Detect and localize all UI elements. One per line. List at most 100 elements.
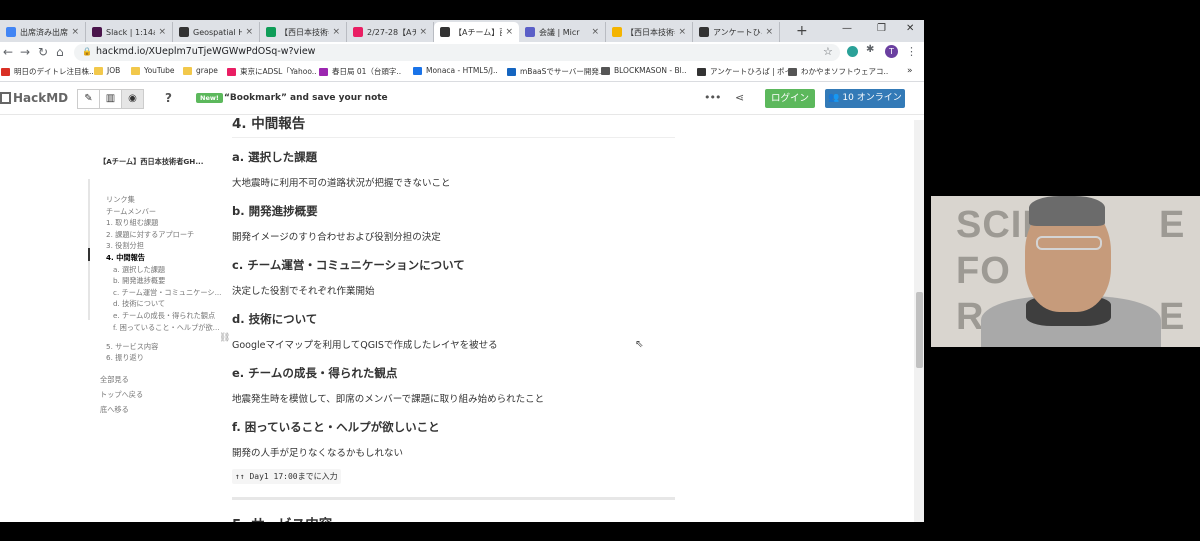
toc-item[interactable]: d. 技術について: [113, 299, 165, 309]
login-button[interactable]: ログイン: [765, 89, 815, 108]
forward-icon[interactable]: →: [20, 45, 30, 59]
profile-avatar[interactable]: T: [885, 45, 898, 58]
more-bookmarks-icon[interactable]: »: [907, 66, 913, 76]
bookmark-label: 明日のデイトレ注目株..: [14, 67, 94, 76]
chrome-menu-icon[interactable]: ⋮: [906, 45, 917, 58]
bookmark-item[interactable]: アンケートひろば | ポイ..: [697, 66, 797, 77]
new-tab-button[interactable]: +: [796, 23, 808, 39]
tab-close-icon[interactable]: ×: [419, 27, 427, 37]
text-selected-topic: 大地震時に利用不可の道路状況が把握できないこと: [232, 178, 451, 189]
bookmark-label: 東京にADSL「Yahoo..: [240, 67, 317, 76]
bookmark-item[interactable]: 明日のデイトレ注目株..: [1, 66, 94, 77]
toc-go-to-bottom[interactable]: 底へ移る: [100, 405, 129, 415]
browser-tab[interactable]: Geospatial Hac×: [173, 22, 260, 42]
extension-icon[interactable]: [847, 46, 858, 57]
toc-item[interactable]: b. 開発進捗概要: [113, 276, 165, 286]
browser-tab[interactable]: 【西日本技術者×: [260, 22, 347, 42]
bookmark-item[interactable]: Monaca - HTML5/J..: [413, 66, 498, 75]
heading-help-wanted: f. 困っていること・ヘルプが欲しいこと: [232, 420, 440, 434]
online-users-button[interactable]: 👥 10 オンライン: [825, 89, 905, 108]
more-options-icon[interactable]: •••: [704, 91, 721, 104]
tab-favicon-icon: [179, 27, 189, 37]
toc-back-to-top[interactable]: トップへ戻る: [100, 390, 143, 400]
bookmark-icon: [319, 67, 328, 76]
browser-tab[interactable]: 【Aチーム】西日本×: [434, 22, 519, 42]
bookmark-icon: [227, 67, 236, 76]
text-team-growth: 地震発生時を模倣して、即席のメンバーで課題に取り組み始められたこと: [232, 394, 545, 405]
bookmark-star-icon[interactable]: ☆: [823, 45, 833, 58]
person-hair: [1029, 196, 1105, 226]
tab-title: 【西日本技術者: [280, 27, 329, 37]
bookmark-item[interactable]: grape: [183, 66, 218, 75]
toc-item[interactable]: 6. 振り返り: [106, 353, 144, 363]
browser-tab[interactable]: Slack | 1:14a_西×: [86, 22, 173, 42]
home-icon[interactable]: ⌂: [56, 45, 64, 59]
help-button[interactable]: ?: [165, 91, 172, 105]
toc-item[interactable]: チームメンバー: [106, 207, 156, 217]
text-technology: Googleマイマップを利用してQGISで作成したレイヤを被せる: [232, 340, 498, 351]
bookmark-icon: [601, 66, 610, 75]
toc-item[interactable]: 4. 中間報告: [106, 253, 145, 263]
tab-title: アンケートひろば: [713, 27, 762, 37]
url-text: hackmd.io/XUeplm7uTjeWGWwPdOSq-w?view: [96, 46, 316, 57]
address-bar[interactable]: 🔒 hackmd.io/XUeplm7uTjeWGWwPdOSq-w?view: [74, 44, 840, 61]
toc-item[interactable]: e. チームの成長・得られた観点: [113, 311, 215, 321]
tab-close-icon[interactable]: ×: [158, 27, 166, 37]
toc-item[interactable]: リンク集: [106, 195, 135, 205]
toc-expand-all[interactable]: 全部見る: [100, 375, 129, 385]
toc-item[interactable]: 1. 取り組む課題: [106, 218, 158, 228]
tab-close-icon[interactable]: ×: [332, 27, 340, 37]
browser-tab[interactable]: 【西日本技術者×: [606, 22, 693, 42]
bookmark-item[interactable]: 東京にADSL「Yahoo..: [227, 66, 317, 77]
view-mode-button[interactable]: ◉: [121, 89, 144, 109]
hackmd-logo[interactable]: HackMD: [0, 91, 68, 105]
bookmark-prompt[interactable]: “Bookmark” and save your note: [224, 93, 388, 103]
heading-interim-report: 4. 中間報告: [232, 112, 675, 138]
extensions-puzzle-icon[interactable]: ✱: [866, 44, 877, 55]
browser-tab[interactable]: 出席済み出席: ×: [0, 22, 86, 42]
restore-button[interactable]: ❐: [877, 23, 886, 34]
toc-item[interactable]: f. 困っていること・ヘルプが欲...: [113, 323, 220, 333]
tab-close-icon[interactable]: ×: [591, 27, 599, 37]
horizontal-rule: [232, 497, 675, 500]
bookmark-icon: [131, 66, 140, 75]
toc-title[interactable]: 【Aチーム】西日本技術者GH...: [99, 157, 204, 167]
anchor-link-icon[interactable]: ⛓: [219, 333, 230, 343]
tab-favicon-icon: [353, 27, 363, 37]
bookmark-item[interactable]: わかやまソフトウェアコ..: [788, 66, 888, 77]
reload-icon[interactable]: ↻: [38, 45, 48, 59]
bookmark-item[interactable]: 春日局 01（台頭字..: [319, 66, 401, 77]
close-window-button[interactable]: ✕: [906, 23, 914, 34]
glasses-icon: [1036, 236, 1102, 250]
scrollbar-thumb[interactable]: [916, 292, 923, 368]
toc-item[interactable]: 2. 課題に対するアプローチ: [106, 230, 194, 240]
tab-close-icon[interactable]: ×: [505, 27, 513, 37]
tab-close-icon[interactable]: ×: [71, 27, 79, 37]
browser-tab[interactable]: 会議 | Micr ×: [519, 22, 606, 42]
toc-item[interactable]: 5. サービス内容: [106, 342, 158, 352]
browser-tab[interactable]: 2/27-28【Aチー」×: [347, 22, 434, 42]
toc-item[interactable]: a. 選択した課題: [113, 265, 165, 275]
minimize-button[interactable]: —: [842, 23, 852, 34]
toc-item[interactable]: 3. 役割分担: [106, 241, 144, 251]
tab-close-icon[interactable]: ×: [245, 27, 253, 37]
back-icon[interactable]: ←: [3, 45, 13, 59]
browser-tab[interactable]: アンケートひろば×: [693, 22, 780, 42]
share-icon[interactable]: ⋖: [735, 91, 744, 104]
bookmark-item[interactable]: BLOCKMASON - Bl..: [601, 66, 686, 75]
browser-window: 出席済み出席:×Slack | 1:14a_西×Geospatial Hac×【…: [0, 20, 924, 522]
tab-close-icon[interactable]: ×: [678, 27, 686, 37]
bookmark-item[interactable]: JOB: [94, 66, 120, 75]
toc-item[interactable]: c. チーム運営・コミュニケーシ...: [113, 288, 221, 298]
split-mode-button[interactable]: ▥: [99, 89, 122, 109]
bookmark-label: JOB: [107, 66, 121, 75]
navigation-bar: ← → ↻ ⌂ 🔒 hackmd.io/XUeplm7uTjeWGWwPdOSq…: [0, 42, 924, 63]
bookmark-item[interactable]: mBaaSでサーバー開発..: [507, 66, 604, 77]
bookmark-item[interactable]: YouTube: [131, 66, 175, 75]
tab-title: 【Aチーム】西日本: [454, 27, 502, 37]
heading-progress: b. 開発進捗概要: [232, 204, 318, 218]
tab-close-icon[interactable]: ×: [765, 27, 773, 37]
hackmd-logo-icon: [0, 92, 11, 104]
edit-mode-button[interactable]: ✎: [77, 89, 100, 109]
toc-active-indicator: [88, 248, 90, 261]
